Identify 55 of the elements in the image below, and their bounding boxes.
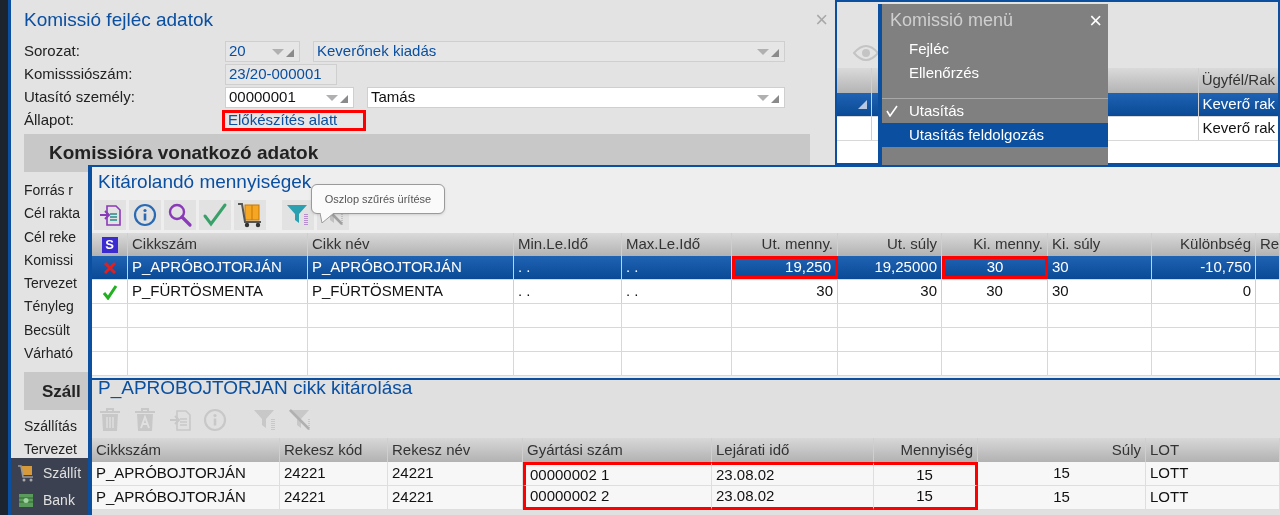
window-title: P_APROBOJTORJAN cikk kitárolása xyxy=(97,380,414,401)
field-label: Sorozat: xyxy=(24,41,81,62)
table-cell: 30 xyxy=(1048,280,1152,303)
table-cell: 0 xyxy=(1152,280,1256,303)
table-cell: 30 xyxy=(732,280,838,303)
table-cell: 30 xyxy=(942,256,1048,279)
field-label: Várható xyxy=(24,344,74,364)
field-label: Komisssiószám: xyxy=(24,64,134,85)
table-cell-text: Keverő rak xyxy=(1201,94,1276,115)
status-column-header: S xyxy=(101,236,118,253)
table-cell-text: Keverő rak xyxy=(1201,118,1276,139)
table-cell: 30 xyxy=(838,280,942,303)
window-title: Komissió fejléc adatok xyxy=(24,7,214,32)
table-cell: P_APRÓBOJTORJÁN xyxy=(128,256,308,279)
field-label: Komissi xyxy=(24,250,73,270)
field-label: Tényleg xyxy=(24,297,74,317)
field-label: Forrás r xyxy=(24,181,73,200)
table-cell: P_FÜRTÖSMENTA xyxy=(308,280,514,303)
field-label: Szállítás xyxy=(24,417,77,437)
table-cell: -10,750 xyxy=(1152,256,1256,279)
section-title: Száll xyxy=(42,380,81,403)
field-label: Tervezet xyxy=(24,274,77,294)
table-cell: . . xyxy=(514,280,622,303)
table-cell: 24221 xyxy=(388,486,523,510)
field-label: Cél reke xyxy=(24,227,77,247)
window-title: Kitárolandó mennyiségek xyxy=(97,169,313,194)
table-cell: . . xyxy=(622,256,732,279)
column-header: Ki. menny. xyxy=(942,233,1048,256)
menu-title: Komissió menü xyxy=(890,9,1014,32)
table-cell: 19,25000 xyxy=(838,256,942,279)
table-cell: 24221 xyxy=(280,486,388,510)
table-cell: 30 xyxy=(942,280,1048,303)
section-title: Komissióra vonatkozó adatok xyxy=(49,140,319,165)
table-cell: . . xyxy=(514,256,622,279)
column-header: Lejárati idő xyxy=(712,438,874,462)
column-header: Ügyfél/Rak xyxy=(1200,70,1276,91)
table-cell: 00000002 2 xyxy=(523,486,712,510)
table-cell: LOTT xyxy=(1146,486,1280,510)
field-label: Tervezet xyxy=(24,440,77,460)
column-header: Mennyiség xyxy=(874,438,978,462)
table-cell: 30 xyxy=(1048,256,1152,279)
table-cell: 15 xyxy=(978,486,1146,510)
field-label: Utasító személy: xyxy=(24,87,136,108)
table-cell: 19,250 xyxy=(732,256,838,279)
field-label: Cél rakta xyxy=(24,204,81,224)
column-header: Ut. menny. xyxy=(732,233,838,256)
field-label: Becsült xyxy=(24,320,70,340)
table-cell: P_APRÓBOJTORJÁN xyxy=(308,256,514,279)
table-cell: P_APRÓBOJTORJÁN xyxy=(92,486,280,510)
table-cell: P_FÜRTÖSMENTA xyxy=(128,280,308,303)
table-cell: 23.08.02 xyxy=(712,486,874,510)
table-cell: . . xyxy=(622,280,732,303)
table-cell: 15 xyxy=(874,486,978,510)
column-header: Gyártási szám xyxy=(523,438,712,462)
field-label: Állapot: xyxy=(24,110,76,131)
